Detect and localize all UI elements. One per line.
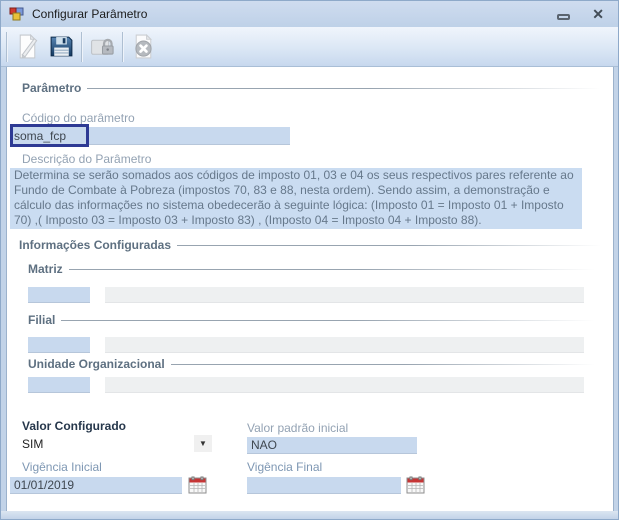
vigencia-inicial-label: Vigência Inicial xyxy=(22,460,102,474)
pencil-page-icon xyxy=(19,33,37,59)
calendar-icon xyxy=(188,476,207,494)
section-parametro: Parâmetro xyxy=(22,81,601,95)
descricao-parametro-label: Descrição do Parâmetro xyxy=(22,152,152,166)
page-x-icon xyxy=(134,33,152,59)
window-bottom-frame xyxy=(1,511,618,519)
matriz-code-field[interactable] xyxy=(28,287,90,303)
title-bar[interactable]: Configurar Parâmetro ✕ xyxy=(1,1,618,27)
floppy-disk-icon xyxy=(50,36,72,57)
matriz-label: Matriz xyxy=(28,262,63,276)
descricao-parametro-textbox[interactable]: Determina se serão somados aos códigos d… xyxy=(10,168,582,229)
toolbar-separator xyxy=(6,31,7,62)
calendar-icon xyxy=(406,476,425,494)
toolbar-separator xyxy=(122,31,123,62)
close-button[interactable]: ✕ xyxy=(592,7,604,21)
lock-button[interactable] xyxy=(86,30,118,64)
vigencia-inicial-calendar-button[interactable] xyxy=(188,476,207,494)
filial-code-field[interactable] xyxy=(28,337,90,353)
section-divider xyxy=(68,268,595,270)
vigencia-inicial-field[interactable]: 01/01/2019 xyxy=(10,477,182,494)
valor-padrao-field: NAO xyxy=(247,437,417,454)
dialog-content: Parâmetro Código do parâmetro soma_fcp D… xyxy=(6,67,614,513)
section-informacoes: Informações Configuradas xyxy=(19,238,601,252)
vigencia-final-label: Vigência Final xyxy=(247,460,323,474)
edit-button[interactable] xyxy=(11,30,43,64)
valor-configurado-value: SIM xyxy=(22,436,44,451)
valor-configurado-label: Valor Configurado xyxy=(22,419,127,433)
minimize-button[interactable] xyxy=(557,14,571,20)
codigo-parametro-label: Código do parâmetro xyxy=(22,111,135,125)
cancel-button[interactable] xyxy=(127,30,159,64)
valor-padrao-label: Valor padrão inicial xyxy=(247,421,349,435)
section-divider xyxy=(61,319,595,321)
toolbar xyxy=(1,27,618,67)
vigencia-final-field[interactable] xyxy=(247,477,401,494)
dropdown-arrow-icon[interactable]: ▼ xyxy=(194,435,212,452)
section-divider xyxy=(177,244,601,246)
filial-name-field xyxy=(105,337,584,353)
app-form-icon xyxy=(9,7,24,21)
valor-configurado-dropdown[interactable]: SIM ▼ xyxy=(22,435,212,452)
unidade-name-field xyxy=(105,377,584,393)
save-button[interactable] xyxy=(45,30,77,64)
filial-label: Filial xyxy=(28,313,56,327)
unidade-code-field[interactable] xyxy=(28,377,90,393)
section-parametro-title: Parâmetro xyxy=(22,81,82,95)
group-filial: Filial xyxy=(28,313,595,327)
matriz-name-field xyxy=(105,287,584,303)
window-title: Configurar Parâmetro xyxy=(32,7,148,21)
section-divider xyxy=(87,87,601,89)
section-informacoes-title: Informações Configuradas xyxy=(19,238,172,252)
group-matriz: Matriz xyxy=(28,262,595,276)
toolbar-separator xyxy=(81,31,82,62)
unidade-organizacional-label: Unidade Organizacional xyxy=(28,357,165,371)
padlock-box-icon xyxy=(90,38,114,55)
codigo-parametro-value: soma_fcp xyxy=(14,128,67,143)
group-unidade-organizacional: Unidade Organizacional xyxy=(28,357,595,371)
section-divider xyxy=(170,363,595,365)
codigo-parametro-field[interactable]: soma_fcp xyxy=(10,127,290,145)
configurar-parametro-dialog: Configurar Parâmetro ✕ Parâmetro Código … xyxy=(0,0,619,520)
vigencia-final-calendar-button[interactable] xyxy=(406,476,425,494)
